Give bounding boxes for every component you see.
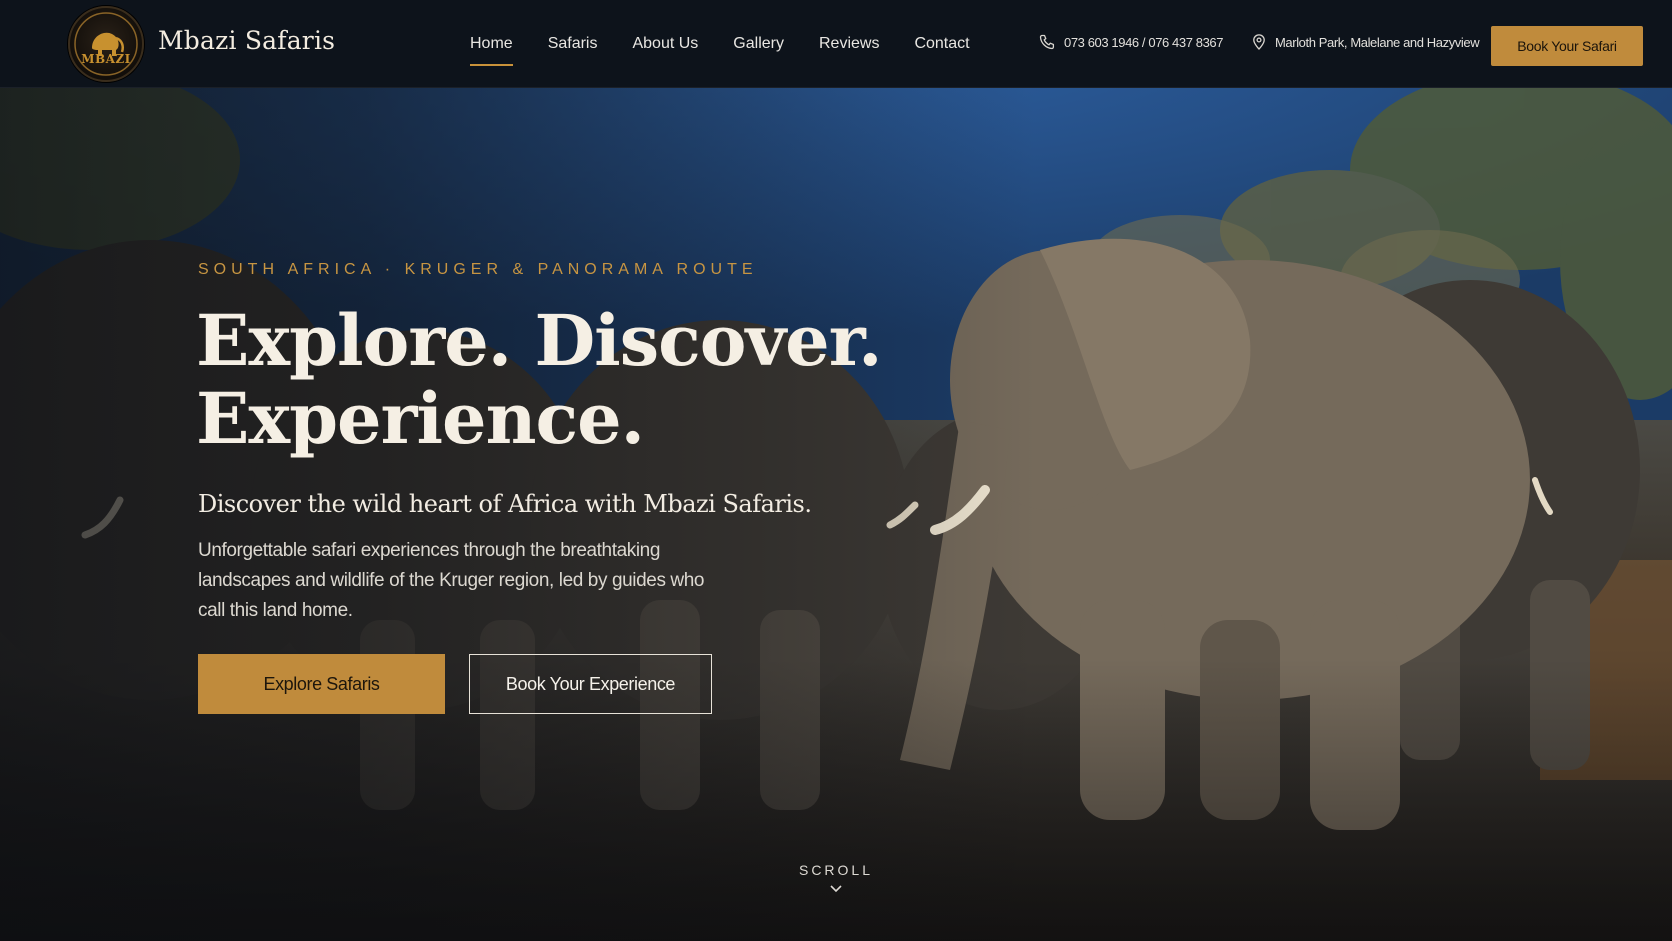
nav-link-safaris[interactable]: Safaris [548, 0, 598, 88]
phone-icon [1039, 34, 1055, 50]
explore-safaris-button[interactable]: Explore Safaris [198, 654, 445, 714]
phone-numbers: 073 603 1946 / 076 437 8367 [1064, 34, 1224, 50]
elephant-emblem-icon [74, 12, 138, 76]
book-your-experience-button[interactable]: Book Your Experience [469, 654, 712, 714]
book-your-safari-button[interactable]: Book Your Safari [1491, 26, 1643, 66]
nav-link-gallery[interactable]: Gallery [733, 0, 784, 88]
brand-logo[interactable]: MBAZI [68, 6, 144, 82]
scroll-label: SCROLL [798, 862, 874, 878]
headline-line-1: Explore. Discover. [196, 299, 883, 382]
hero-section [0, 0, 1672, 941]
header-location[interactable]: Marloth Park, Malelane and Hazyview [1252, 34, 1480, 50]
nav-link-home[interactable]: Home [470, 0, 513, 88]
scroll-indicator[interactable]: SCROLL [776, 862, 896, 894]
site-header: MBAZI Mbazi Safaris Home Safaris About U… [0, 0, 1672, 88]
map-pin-icon [1253, 34, 1265, 50]
nav-link-reviews[interactable]: Reviews [819, 0, 879, 88]
hero-gradient-overlay [0, 0, 1672, 941]
hero-headline: Explore. Discover. Experience. [196, 302, 916, 458]
chevron-down-icon [830, 885, 842, 893]
brand-name[interactable]: Mbazi Safaris [158, 26, 335, 55]
headline-line-2: Experience. [196, 377, 645, 460]
header-phone[interactable]: 073 603 1946 / 076 437 8367 [1039, 34, 1223, 50]
main-navigation: Home Safaris About Us Gallery Reviews Co… [470, 0, 1005, 88]
logo-wordmark: MBAZI [81, 52, 131, 66]
hero-body-text: Unforgettable safari experiences through… [198, 540, 705, 621]
hero-eyebrow: SOUTH AFRICA · KRUGER & PANORAMA ROUTE [198, 261, 758, 278]
location-text: Marloth Park, Malelane and Hazyview [1275, 34, 1480, 50]
nav-link-about-us[interactable]: About Us [632, 0, 698, 88]
hero-subheading: Discover the wild heart of Africa with M… [198, 490, 812, 518]
nav-link-contact[interactable]: Contact [914, 0, 969, 88]
